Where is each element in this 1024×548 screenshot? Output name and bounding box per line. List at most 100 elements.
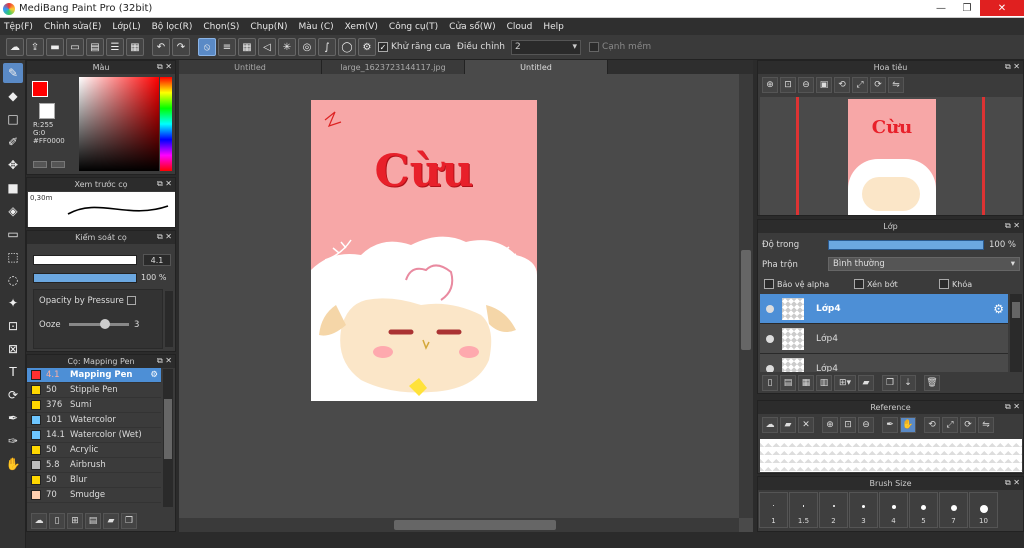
close-reference-icon[interactable]: ✕: [798, 417, 814, 433]
menu-file[interactable]: Tệp(F): [4, 22, 33, 32]
open-reference-icon[interactable]: ▰: [780, 417, 796, 433]
snap-off-icon[interactable]: ⦸: [198, 38, 216, 56]
settings-snap-icon[interactable]: ⚙: [358, 38, 376, 56]
brush-item[interactable]: 50 Stipple Pen: [27, 383, 161, 398]
gear-icon[interactable]: ⚙: [150, 370, 158, 380]
redo-icon[interactable]: ↷: [172, 38, 190, 56]
brush-item[interactable]: 376 Sumi: [27, 398, 161, 413]
artwork-canvas[interactable]: Cừu: [311, 100, 537, 401]
select-eraser-icon[interactable]: ⊠: [3, 339, 23, 359]
tab-large-image[interactable]: large_1623723144117.jpg: [322, 60, 465, 74]
panel-close-icon[interactable]: ⧉ ✕: [157, 62, 172, 72]
dot-tool-icon[interactable]: ✐: [3, 132, 23, 152]
delete-layer-icon[interactable]: 🗑: [924, 375, 940, 391]
add-layer-menu-icon[interactable]: ⊞▾: [834, 375, 856, 391]
layer-folder-icon[interactable]: ▰: [858, 375, 874, 391]
soft-edge-checkbox[interactable]: [588, 42, 599, 52]
duplicate-layer-icon[interactable]: ❐: [882, 375, 898, 391]
gear-icon[interactable]: ⚙: [993, 302, 1004, 316]
document-icon[interactable]: ▤: [86, 38, 104, 56]
copy-brush-icon[interactable]: ❐: [121, 513, 137, 529]
ooze-slider-handle[interactable]: [100, 319, 110, 329]
secondary-color-swatch[interactable]: [39, 103, 55, 119]
lock-option[interactable]: Khóa: [939, 279, 972, 289]
brush-size-preset[interactable]: 3: [849, 492, 878, 528]
folder-icon[interactable]: ▰: [103, 513, 119, 529]
vanish-snap-icon[interactable]: ◁: [258, 38, 276, 56]
menu-color[interactable]: Màu (C): [299, 22, 334, 32]
panel-close-icon[interactable]: ⧉ ✕: [1005, 62, 1020, 72]
fill-rect-tool-icon[interactable]: ■: [3, 178, 23, 198]
brush-list-scrollbar[interactable]: [163, 369, 173, 507]
select-pen-icon[interactable]: ⊡: [3, 316, 23, 336]
flip-icon[interactable]: ⇋: [888, 77, 904, 93]
new-halftone-layer-icon[interactable]: ▤: [780, 375, 796, 391]
zoom-in-icon[interactable]: ⊕: [822, 417, 838, 433]
brush-item[interactable]: 101 Watercolor: [27, 413, 161, 428]
brush-size-slider[interactable]: [33, 255, 137, 265]
eye-icon[interactable]: [766, 334, 774, 343]
eraser-tool-icon[interactable]: ◆: [3, 86, 23, 106]
menu-tools[interactable]: Công cụ(T): [389, 22, 438, 32]
menu-filter[interactable]: Bộ lọc(R): [152, 22, 193, 32]
bucket-tool-icon[interactable]: ◈: [3, 201, 23, 221]
eye-icon[interactable]: [766, 364, 774, 372]
brush-item[interactable]: 14.1 Watercolor (Wet): [27, 428, 161, 443]
panel-close-icon[interactable]: ⧉ ✕: [1005, 478, 1020, 488]
ooze-slider[interactable]: [69, 323, 129, 326]
canvas-vertical-scrollbar[interactable]: [739, 74, 753, 518]
swap-color-icon[interactable]: [51, 161, 65, 168]
menu-help[interactable]: Help: [543, 22, 564, 32]
curve-snap-icon[interactable]: ∫: [318, 38, 336, 56]
adjust-select[interactable]: 2 ▾: [510, 39, 581, 55]
protect-alpha-option[interactable]: Bảo vệ alpha: [764, 279, 854, 289]
pen-tool-icon[interactable]: ✑: [3, 431, 23, 451]
brush-item[interactable]: 5.8 Airbrush: [27, 458, 161, 473]
hue-slider[interactable]: [160, 77, 172, 171]
brush-opacity-slider[interactable]: [33, 273, 137, 283]
brush-item[interactable]: 50 Acrylic: [27, 443, 161, 458]
rect-tool-icon[interactable]: □: [3, 109, 23, 129]
panel-close-icon[interactable]: ⧉ ✕: [157, 179, 172, 189]
brush-size-preset[interactable]: 7: [939, 492, 968, 528]
brush-size-preset[interactable]: 1: [759, 492, 788, 528]
undo-icon[interactable]: ↶: [152, 38, 170, 56]
brush-size-preset[interactable]: 1.5: [789, 492, 818, 528]
opacity-pressure-checkbox[interactable]: [127, 296, 136, 305]
brush-size-preset[interactable]: 2: [819, 492, 848, 528]
cloud-icon[interactable]: ☁: [6, 38, 24, 56]
layer-row[interactable]: Lớp4: [760, 354, 1008, 372]
parallel-snap-icon[interactable]: ≡: [218, 38, 236, 56]
cloud-brush-icon[interactable]: ☁: [31, 513, 47, 529]
gradient-tool-icon[interactable]: ▭: [3, 224, 23, 244]
grid-icon[interactable]: ▦: [126, 38, 144, 56]
reference-view[interactable]: [760, 439, 1022, 472]
add-brush-icon[interactable]: ⊞: [67, 513, 83, 529]
rotate-right-icon[interactable]: ⟳: [870, 77, 886, 93]
menu-cloud[interactable]: Cloud: [507, 22, 533, 32]
hand-icon[interactable]: ✋: [900, 417, 916, 433]
clip-option[interactable]: Xén bớt: [854, 279, 939, 289]
primary-color-swatch[interactable]: [32, 81, 48, 97]
chat-icon[interactable]: ▭: [66, 38, 84, 56]
lasso-tool-icon[interactable]: ◌: [3, 270, 23, 290]
brush-size-preset[interactable]: 5: [909, 492, 938, 528]
layer-scrollbar[interactable]: [1010, 294, 1022, 372]
eyedropper-icon[interactable]: ✒: [882, 417, 898, 433]
circle-snap-icon[interactable]: ◎: [298, 38, 316, 56]
eye-icon[interactable]: [766, 304, 774, 313]
brush-size-preset[interactable]: 10: [969, 492, 998, 528]
brush-size-preset[interactable]: 4: [879, 492, 908, 528]
fit-window-icon[interactable]: ⤢: [852, 77, 868, 93]
zoom-out-icon[interactable]: ⊖: [858, 417, 874, 433]
cloud-reference-icon[interactable]: ☁: [762, 417, 778, 433]
layer-row[interactable]: Lớp4 ⚙: [760, 294, 1008, 324]
new-brush-icon[interactable]: ▯: [49, 513, 65, 529]
radial-snap-icon[interactable]: ✳: [278, 38, 296, 56]
minimize-button[interactable]: —: [928, 0, 954, 16]
tab-untitled-1[interactable]: Untitled: [179, 60, 322, 74]
menu-window[interactable]: Cửa sổ(W): [449, 22, 495, 32]
panel-close-icon[interactable]: ⧉ ✕: [157, 232, 172, 242]
new-8bit-layer-icon[interactable]: ▦: [798, 375, 814, 391]
zoom-in-icon[interactable]: ⊕: [762, 77, 778, 93]
